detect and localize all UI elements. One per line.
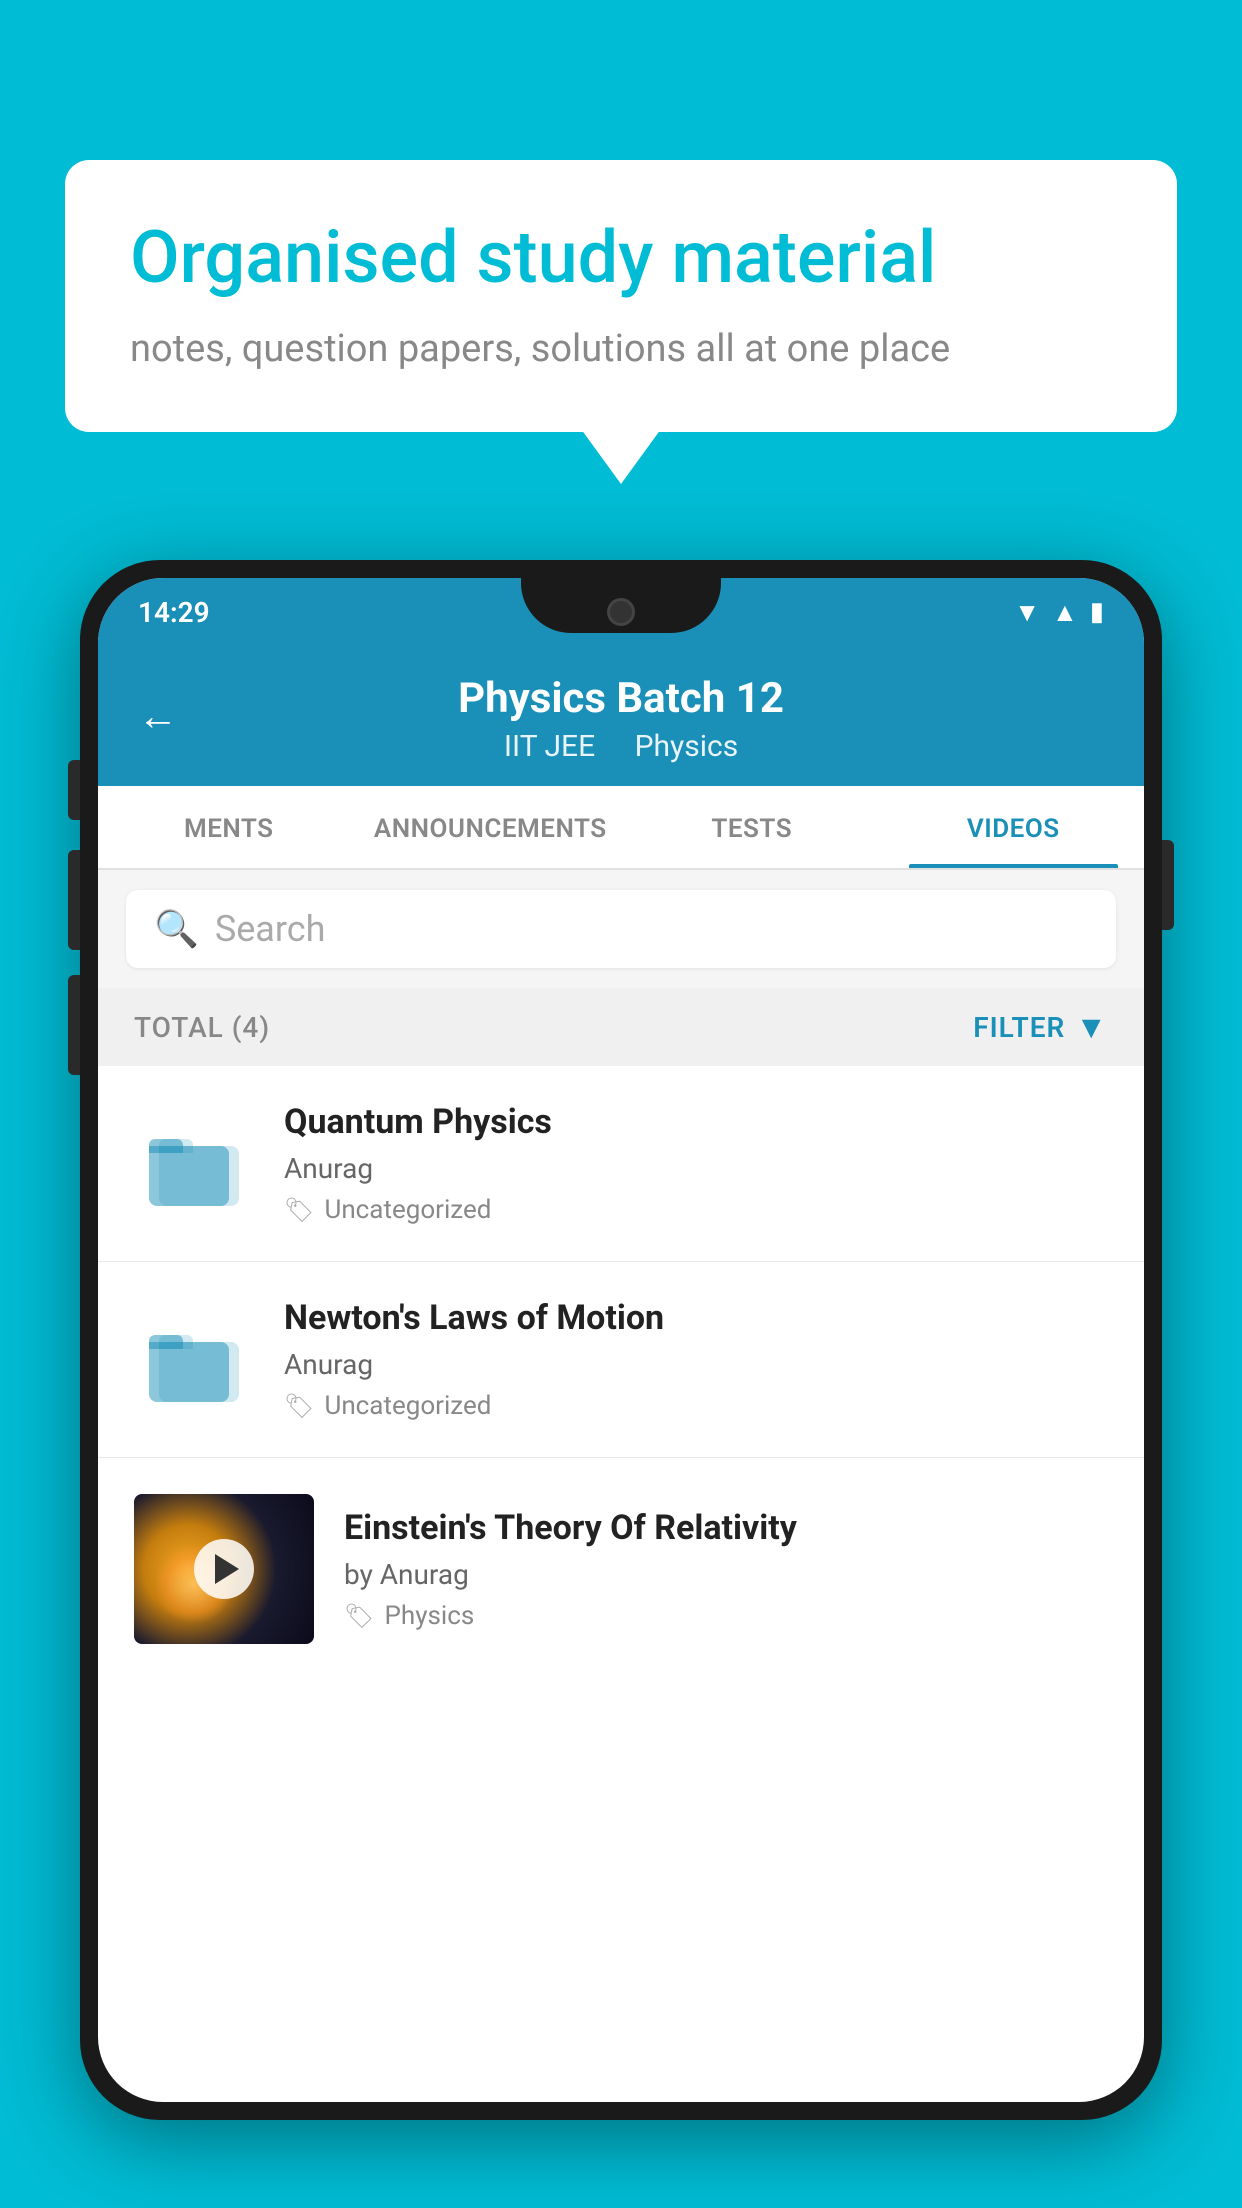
list-item[interactable]: Quantum Physics Anurag 🏷 Uncategorized (98, 1066, 1144, 1262)
speech-bubble-wrapper: Organised study material notes, question… (65, 160, 1177, 432)
video-author: Anurag (284, 1152, 1108, 1185)
phone-side-btn-left3 (68, 975, 80, 1075)
tab-announcements[interactable]: ANNOUNCEMENTS (360, 786, 622, 868)
folder-icon (149, 1121, 239, 1206)
search-placeholder: Search (215, 908, 326, 950)
tag-icon: 🏷 (344, 1602, 374, 1630)
video-info: Einstein's Theory Of Relativity by Anura… (344, 1508, 1108, 1631)
phone-side-btn-left1 (68, 760, 80, 820)
status-time: 14:29 (138, 596, 210, 629)
video-thumbnail (134, 1494, 314, 1644)
phone-side-btn-left2 (68, 850, 80, 950)
back-button[interactable]: ← (138, 693, 178, 740)
play-button[interactable] (194, 1539, 254, 1599)
signal-icon: ▲ (1052, 597, 1078, 628)
phone-container: 14:29 ▼ ▲ ▮ ← Physics Batch 12 IIT JEE P… (80, 560, 1162, 2208)
tab-tests[interactable]: TESTS (621, 786, 883, 868)
wifi-icon: ▼ (1014, 597, 1040, 628)
app-header: ← Physics Batch 12 IIT JEE Physics (98, 646, 1144, 786)
folder-body-main (149, 1342, 229, 1402)
tab-ments[interactable]: MENTS (98, 786, 360, 868)
video-tag: 🏷 Physics (344, 1601, 1108, 1631)
header-subtitle-physics: Physics (635, 729, 739, 764)
battery-icon: ▮ (1090, 597, 1104, 627)
filter-button[interactable]: FILTER ▼ (973, 1008, 1108, 1046)
search-bar[interactable]: 🔍 Search (126, 890, 1116, 968)
search-bar-container: 🔍 Search (98, 870, 1144, 988)
video-title: Newton's Laws of Motion (284, 1298, 1108, 1338)
video-info: Quantum Physics Anurag 🏷 Uncategorized (284, 1102, 1108, 1225)
video-author: by Anurag (344, 1558, 1108, 1591)
tag-label: Uncategorized (324, 1195, 491, 1225)
header-subtitle: IIT JEE Physics (138, 729, 1104, 764)
phone-notch (521, 578, 721, 633)
folder-icon-wrap (134, 1104, 254, 1224)
list-item[interactable]: Einstein's Theory Of Relativity by Anura… (98, 1458, 1144, 1680)
list-item[interactable]: Newton's Laws of Motion Anurag 🏷 Uncateg… (98, 1262, 1144, 1458)
status-icons: ▼ ▲ ▮ (1014, 597, 1104, 628)
video-author: Anurag (284, 1348, 1108, 1381)
tag-icon: 🏷 (284, 1392, 314, 1420)
tab-videos[interactable]: VIDEOS (883, 786, 1145, 868)
video-tag: 🏷 Uncategorized (284, 1195, 1108, 1225)
tag-label: Physics (384, 1601, 474, 1631)
phone-screen: 14:29 ▼ ▲ ▮ ← Physics Batch 12 IIT JEE P… (98, 578, 1144, 2102)
tag-label: Uncategorized (324, 1391, 491, 1421)
video-title: Quantum Physics (284, 1102, 1108, 1142)
tabs-bar: MENTS ANNOUNCEMENTS TESTS VIDEOS (98, 786, 1144, 870)
video-list: Quantum Physics Anurag 🏷 Uncategorized (98, 1066, 1144, 1680)
video-title: Einstein's Theory Of Relativity (344, 1508, 1108, 1548)
search-icon: 🔍 (154, 908, 199, 950)
filter-bar: TOTAL (4) FILTER ▼ (98, 988, 1144, 1066)
total-count: TOTAL (4) (134, 1011, 270, 1044)
bubble-subtitle: notes, question papers, solutions all at… (130, 323, 1112, 376)
header-subtitle-iitjee: IIT JEE (504, 729, 595, 764)
folder-icon (149, 1317, 239, 1402)
bubble-title: Organised study material (130, 215, 1112, 301)
camera-icon (607, 598, 635, 626)
play-icon (215, 1554, 239, 1584)
phone-side-btn-right (1162, 840, 1174, 930)
tag-icon: 🏷 (284, 1196, 314, 1224)
video-tag: 🏷 Uncategorized (284, 1391, 1108, 1421)
header-title: Physics Batch 12 (138, 674, 1104, 723)
folder-icon-wrap (134, 1300, 254, 1420)
filter-icon: ▼ (1075, 1008, 1108, 1046)
filter-label: FILTER (973, 1011, 1065, 1044)
video-info: Newton's Laws of Motion Anurag 🏷 Uncateg… (284, 1298, 1108, 1421)
speech-bubble: Organised study material notes, question… (65, 160, 1177, 432)
phone-outer: 14:29 ▼ ▲ ▮ ← Physics Batch 12 IIT JEE P… (80, 560, 1162, 2120)
folder-body-main (149, 1146, 229, 1206)
